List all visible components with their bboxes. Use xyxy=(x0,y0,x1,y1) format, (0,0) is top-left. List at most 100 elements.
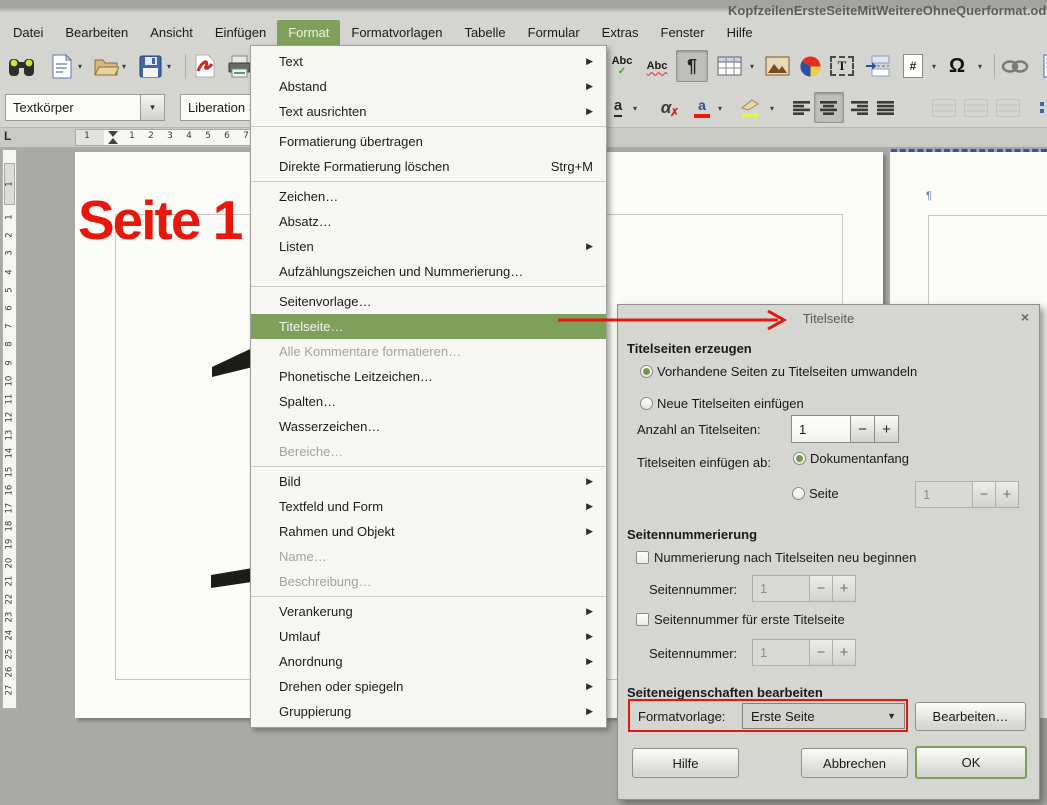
menu-item[interactable]: Abstand ▶ xyxy=(251,74,606,99)
menubar-item[interactable]: Formular xyxy=(517,20,591,45)
menu-item[interactable]: Gruppierung ▶ xyxy=(251,699,606,724)
increment-button[interactable]: + xyxy=(996,481,1019,508)
menubar-item[interactable]: Fenster xyxy=(650,20,716,45)
justify-button[interactable] xyxy=(872,92,900,123)
cancel-button[interactable]: Abbrechen xyxy=(801,748,908,778)
radio-convert-label[interactable]: Vorhandene Seiten zu Titelseiten umwande… xyxy=(657,364,917,379)
new-document-dropdown[interactable]: ▾ xyxy=(74,59,86,73)
menubar-item[interactable]: Einfügen xyxy=(204,20,277,45)
ok-button[interactable]: OK xyxy=(915,746,1027,779)
insert-chart-button[interactable] xyxy=(795,50,825,82)
paragraph-style-combo[interactable]: Textkörper xyxy=(5,94,141,121)
indent-marker-icon[interactable] xyxy=(108,131,118,137)
export-pdf-button[interactable] xyxy=(190,50,220,82)
insert-page-break-button[interactable] xyxy=(862,50,892,82)
decrement-button[interactable]: − xyxy=(973,481,996,508)
radio-document-start-label[interactable]: Dokumentanfang xyxy=(810,451,909,466)
checkbox-first-titlepage-label[interactable]: Seitennummer für erste Titelseite xyxy=(654,612,845,627)
spellcheck-button[interactable]: Abc ✓ xyxy=(607,50,637,82)
save-dropdown[interactable]: ▾ xyxy=(163,59,175,73)
menu-item[interactable]: Aufzählungszeichen und Nummerierung… ▶ xyxy=(251,259,606,284)
footnote-button[interactable] xyxy=(1036,50,1047,82)
menubar-item[interactable]: Format xyxy=(277,20,340,45)
insert-image-button[interactable] xyxy=(762,50,792,82)
insert-table-button[interactable] xyxy=(714,50,744,82)
menubar-item[interactable]: Formatvorlagen xyxy=(340,20,453,45)
close-icon[interactable]: × xyxy=(1021,309,1029,325)
menu-item[interactable]: Listen ▶ xyxy=(251,234,606,259)
open-dropdown[interactable]: ▾ xyxy=(118,59,130,73)
special-character-button[interactable]: Ω xyxy=(942,50,972,82)
menu-item[interactable]: Absatz… ▶ xyxy=(251,209,606,234)
auto-spellcheck-button[interactable]: Abc xyxy=(642,50,672,82)
menu-item[interactable]: Umlauf ▶ xyxy=(251,624,606,649)
menu-item[interactable]: Textfeld und Form ▶ xyxy=(251,494,606,519)
radio-page[interactable] xyxy=(792,487,805,500)
menubar-item[interactable]: Hilfe xyxy=(716,20,764,45)
vertical-ruler[interactable]: 1 12345678910111213141516171819202122232… xyxy=(2,149,17,709)
horizontal-ruler[interactable]: 1 1 2 3 4 5 6 7 xyxy=(75,129,252,146)
formatting-marks-button[interactable]: ¶ xyxy=(676,50,708,82)
menu-item[interactable]: Formatierung übertragen ▶ xyxy=(251,129,606,154)
insert-page-number-button[interactable]: # xyxy=(898,50,928,82)
menubar-item[interactable]: Extras xyxy=(591,20,650,45)
decrease-paragraph-spacing-button[interactable] xyxy=(994,92,1022,123)
menu-item[interactable]: Text ausrichten ▶ xyxy=(251,99,606,124)
menu-item[interactable]: Bereiche… ▶ xyxy=(251,439,606,464)
menu-item[interactable]: Wasserzeichen… ▶ xyxy=(251,414,606,439)
menu-item[interactable]: Verankerung ▶ xyxy=(251,599,606,624)
underline-button[interactable]: a xyxy=(604,92,632,123)
increase-paragraph-spacing-button[interactable] xyxy=(962,92,990,123)
special-character-dropdown[interactable]: ▾ xyxy=(974,59,986,73)
align-right-button[interactable] xyxy=(846,92,874,123)
menubar-item[interactable]: Bearbeiten xyxy=(54,20,139,45)
menubar-item[interactable]: Tabelle xyxy=(453,20,516,45)
tab-stop-selector[interactable]: L xyxy=(4,129,11,143)
radio-insert-label[interactable]: Neue Titelseiten einfügen xyxy=(657,396,804,411)
save-button[interactable] xyxy=(135,50,165,82)
menu-item[interactable]: Direkte Formatierung löschen Strg+M ▶ xyxy=(251,154,606,179)
align-left-button[interactable] xyxy=(788,92,816,123)
menu-item[interactable]: Drehen oder spiegeln ▶ xyxy=(251,674,606,699)
underline-dropdown[interactable]: ▾ xyxy=(629,101,641,115)
edit-style-button[interactable]: Bearbeiten… xyxy=(915,702,1026,731)
toolbar-overflow-button[interactable] xyxy=(1028,92,1047,123)
page-style-combo[interactable]: Erste Seite ▼ xyxy=(742,703,905,729)
insert-textbox-button[interactable]: T xyxy=(827,50,857,82)
decrement-button[interactable]: − xyxy=(851,415,875,443)
menu-item[interactable]: Bild ▶ xyxy=(251,469,606,494)
open-button[interactable] xyxy=(91,50,121,82)
menu-item[interactable]: Spalten… ▶ xyxy=(251,389,606,414)
line-spacing-button[interactable] xyxy=(930,92,958,123)
menu-item[interactable]: Alle Kommentare formatieren… ▶ xyxy=(251,339,606,364)
radio-insert-new[interactable] xyxy=(640,397,653,410)
checkbox-restart-numbering[interactable] xyxy=(636,551,649,564)
clear-formatting-button[interactable]: α ✗ xyxy=(652,92,680,123)
help-button[interactable]: Hilfe xyxy=(632,748,739,778)
font-color-button[interactable]: a xyxy=(688,92,716,123)
increment-button[interactable]: + xyxy=(833,575,856,602)
menubar-item[interactable]: Ansicht xyxy=(139,20,204,45)
new-document-button[interactable] xyxy=(47,50,77,82)
increment-button[interactable]: + xyxy=(833,639,856,666)
menu-item[interactable]: Anordnung ▶ xyxy=(251,649,606,674)
highlight-color-button[interactable] xyxy=(736,92,764,123)
page-number-input-2[interactable]: 1 xyxy=(752,639,810,666)
titlepage-count-input[interactable]: 1 xyxy=(791,415,851,443)
page-number-input-1[interactable]: 1 xyxy=(752,575,810,602)
menu-item[interactable]: Name… ▶ xyxy=(251,544,606,569)
menubar-item[interactable]: Datei xyxy=(2,20,54,45)
radio-document-start[interactable] xyxy=(793,452,806,465)
find-replace-button[interactable] xyxy=(6,50,36,82)
checkbox-first-titlepage-number[interactable] xyxy=(636,613,649,626)
decrement-button[interactable]: − xyxy=(810,575,833,602)
menu-item[interactable]: Beschreibung… ▶ xyxy=(251,569,606,594)
font-color-dropdown[interactable]: ▾ xyxy=(714,101,726,115)
radio-convert-pages[interactable] xyxy=(640,365,653,378)
insert-hyperlink-button[interactable] xyxy=(1000,50,1030,82)
menu-item[interactable]: Rahmen und Objekt ▶ xyxy=(251,519,606,544)
insert-table-dropdown[interactable]: ▾ xyxy=(746,59,758,73)
menu-item[interactable]: Zeichen… ▶ xyxy=(251,184,606,209)
align-center-button[interactable] xyxy=(814,92,844,123)
paragraph-style-dropdown[interactable]: ▾ xyxy=(140,94,165,121)
